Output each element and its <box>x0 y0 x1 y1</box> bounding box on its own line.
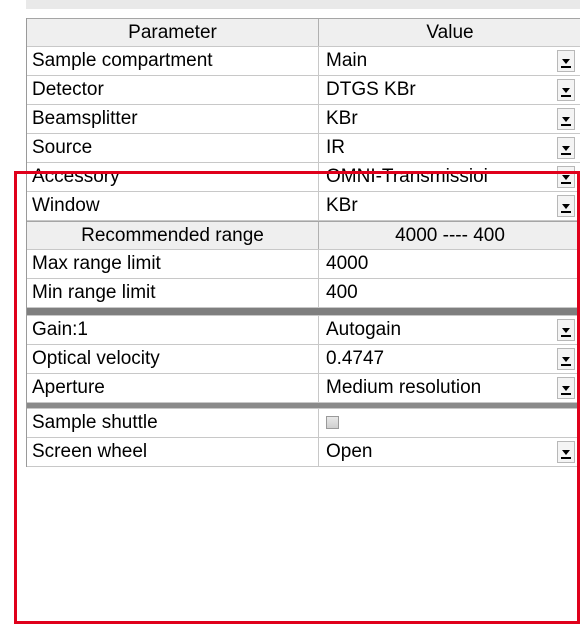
dropdown-arrow-icon[interactable] <box>557 79 575 101</box>
param-label: Window <box>27 192 319 220</box>
row-detector[interactable]: Detector DTGS KBr <box>27 76 580 105</box>
dropdown-arrow-icon[interactable] <box>557 377 575 399</box>
row-beamsplitter[interactable]: Beamsplitter KBr <box>27 105 580 134</box>
panel-top-border <box>0 0 580 9</box>
row-optical-velocity[interactable]: Optical velocity 0.4747 <box>27 345 580 374</box>
row-source[interactable]: Source IR <box>27 134 580 163</box>
param-label: Accessory <box>27 163 319 191</box>
param-label: Screen wheel <box>27 438 319 466</box>
value-select[interactable]: Medium resolution <box>319 374 580 402</box>
row-accessory[interactable]: Accessory OMNI-Transmissioi <box>27 163 580 192</box>
value-select[interactable]: KBr <box>319 105 580 133</box>
recommended-range-row: Recommended range 4000 ---- 400 <box>27 221 580 250</box>
value-text: Open <box>326 441 373 462</box>
value-select[interactable]: Main <box>319 47 580 75</box>
row-aperture[interactable]: Aperture Medium resolution <box>27 374 580 403</box>
value-select[interactable]: IR <box>319 134 580 162</box>
row-min-range-limit[interactable]: Min range limit 400 <box>27 279 580 308</box>
value-select[interactable]: 0.4747 <box>319 345 580 373</box>
dropdown-arrow-icon[interactable] <box>557 319 575 341</box>
section-separator <box>27 308 580 316</box>
row-gain[interactable]: Gain:1 Autogain <box>27 316 580 345</box>
sample-shuttle-checkbox[interactable] <box>326 416 339 429</box>
value-text: KBr <box>326 108 358 129</box>
param-label: Max range limit <box>27 250 319 278</box>
value-text: 0.4747 <box>326 348 385 369</box>
value-text: KBr <box>326 195 358 216</box>
row-sample-shuttle[interactable]: Sample shuttle <box>27 409 580 438</box>
param-label: Min range limit <box>27 279 319 307</box>
value-select[interactable]: Open <box>319 438 580 466</box>
panel-left-margin <box>0 0 26 629</box>
value-text: DTGS KBr <box>326 79 416 100</box>
properties-panel: Parameter Value Sample compartment Main … <box>0 0 580 629</box>
header-row: Parameter Value <box>27 18 580 47</box>
param-label: Source <box>27 134 319 162</box>
param-label: Beamsplitter <box>27 105 319 133</box>
value-select[interactable]: DTGS KBr <box>319 76 580 104</box>
parameter-grid: Parameter Value Sample compartment Main … <box>26 18 580 467</box>
value-text: Medium resolution <box>326 377 482 398</box>
column-header-parameter: Parameter <box>27 19 319 46</box>
param-label: Sample compartment <box>27 47 319 75</box>
value-text: Autogain <box>326 319 402 340</box>
dropdown-arrow-icon[interactable] <box>557 441 575 463</box>
row-sample-compartment[interactable]: Sample compartment Main <box>27 47 580 76</box>
row-screen-wheel[interactable]: Screen wheel Open <box>27 438 580 467</box>
dropdown-arrow-icon[interactable] <box>557 195 575 217</box>
row-max-range-limit[interactable]: Max range limit 4000 <box>27 250 580 279</box>
value-text: IR <box>326 137 345 158</box>
column-header-value: Value <box>426 22 474 43</box>
param-label: Sample shuttle <box>27 409 319 437</box>
dropdown-arrow-icon[interactable] <box>557 50 575 72</box>
sample-shuttle-cell <box>319 409 580 437</box>
dropdown-arrow-icon[interactable] <box>557 166 575 188</box>
dropdown-arrow-icon[interactable] <box>557 108 575 130</box>
value-select[interactable]: Autogain <box>319 316 580 344</box>
min-range-input[interactable]: 400 <box>319 279 580 307</box>
max-range-input[interactable]: 4000 <box>319 250 580 278</box>
param-label: Detector <box>27 76 319 104</box>
row-window[interactable]: Window KBr <box>27 192 580 221</box>
value-text: Main <box>326 50 368 71</box>
param-label: Gain:1 <box>27 316 319 344</box>
value-text: OMNI-Transmissioi <box>326 166 488 187</box>
param-label: Optical velocity <box>27 345 319 373</box>
param-label: Aperture <box>27 374 319 402</box>
recommended-range-label: Recommended range <box>27 222 319 249</box>
dropdown-arrow-icon[interactable] <box>557 137 575 159</box>
value-select[interactable]: KBr <box>319 192 580 220</box>
value-select[interactable]: OMNI-Transmissioi <box>319 163 580 191</box>
dropdown-arrow-icon[interactable] <box>557 348 575 370</box>
recommended-range-value: 4000 ---- 400 <box>395 225 505 246</box>
